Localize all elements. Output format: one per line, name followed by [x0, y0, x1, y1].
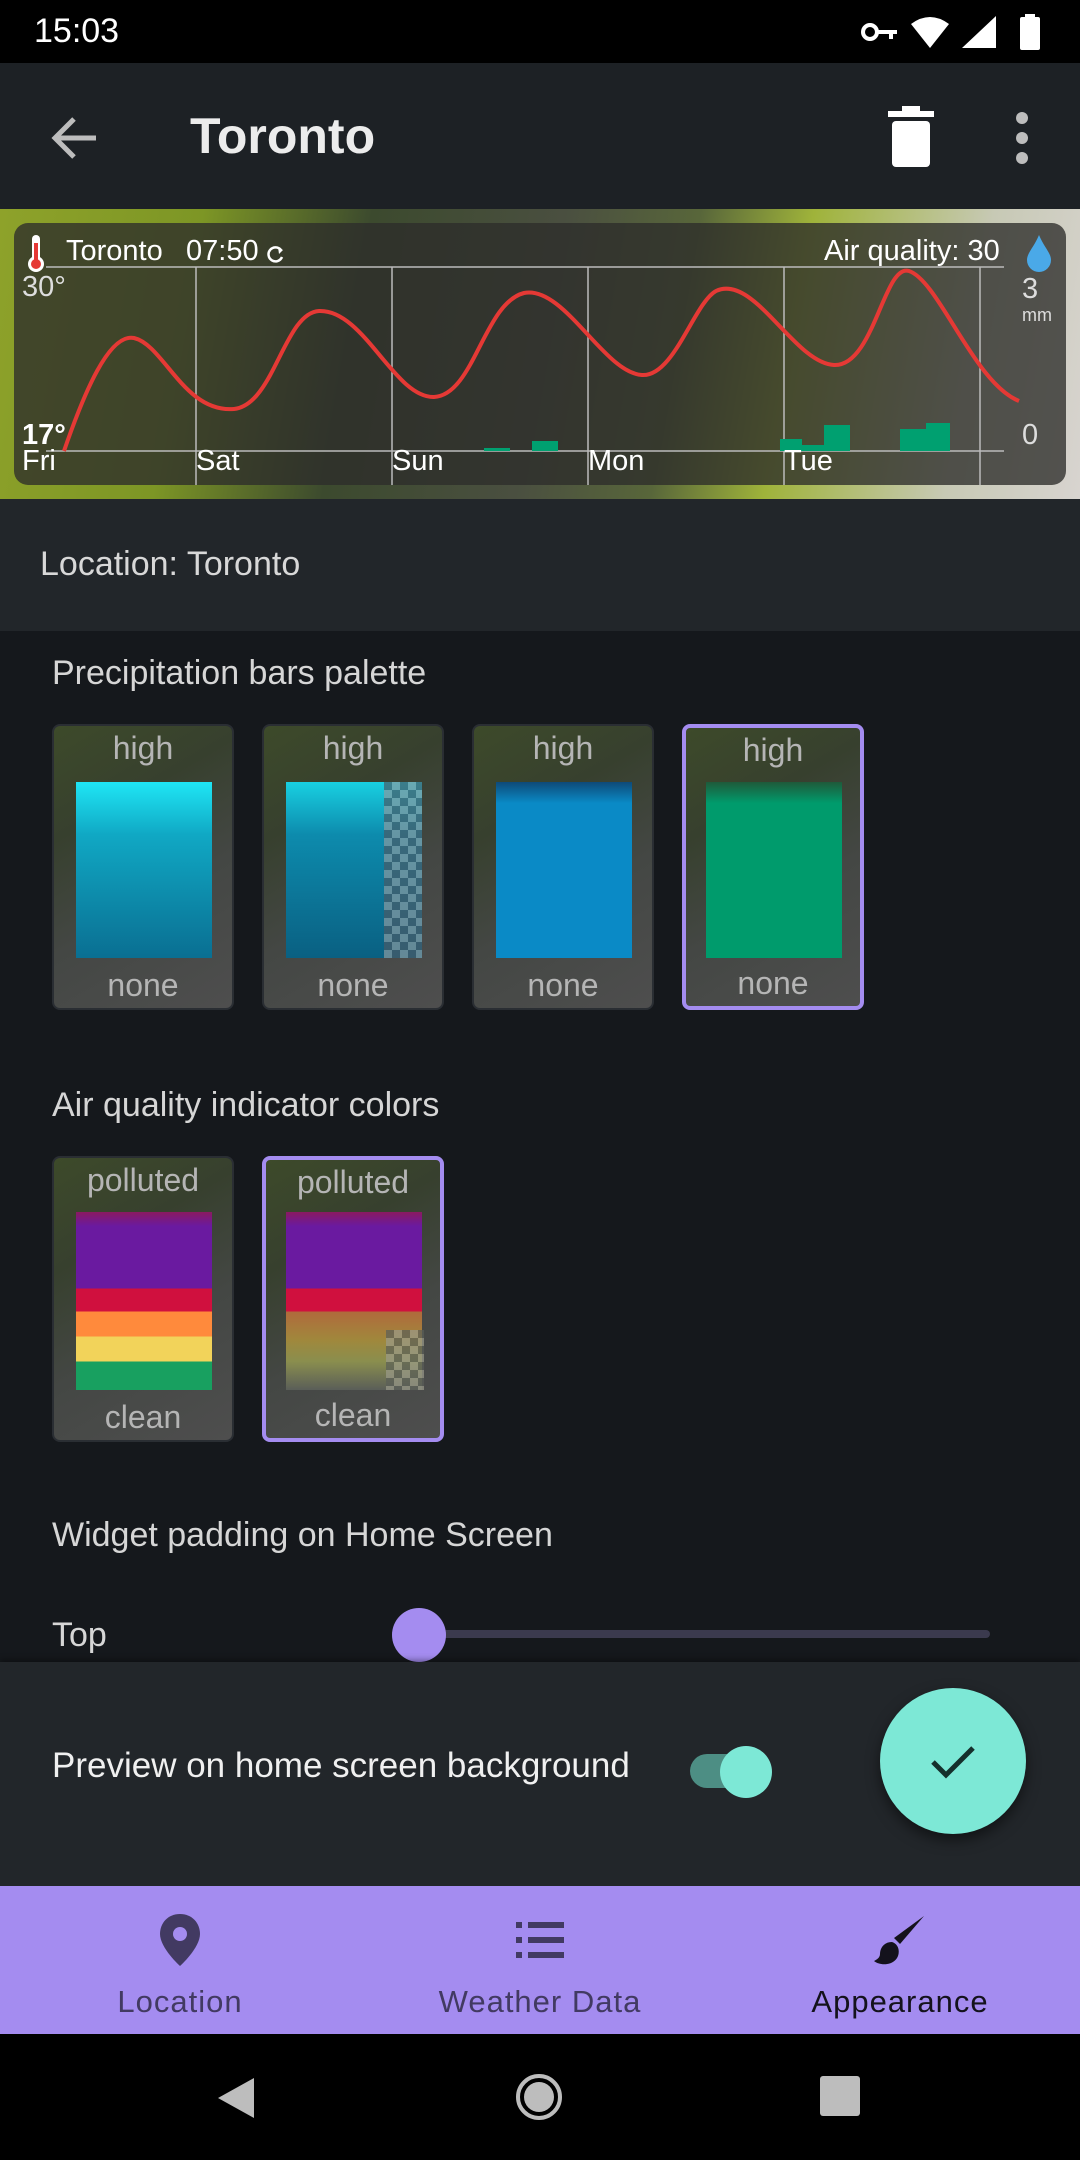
page-title: Toronto: [190, 108, 376, 164]
air-quality-palette-option[interactable]: polluted clean: [52, 1156, 234, 1442]
system-recents-icon[interactable]: [818, 2074, 862, 2118]
cell-signal-icon: [962, 16, 996, 48]
swatch-top-label: polluted: [296, 1164, 410, 1200]
widget-time: 07:50: [186, 235, 259, 267]
swatch-top-label: polluted: [86, 1162, 200, 1198]
swatch-bottom-label: none: [737, 965, 809, 1001]
location-pin-icon: [160, 1914, 200, 1966]
preview-toggle-switch[interactable]: [720, 1746, 772, 1798]
precip-bar: [532, 441, 558, 451]
nav-item-appearance[interactable]: Appearance: [720, 1886, 1080, 2034]
padding-top-label: Top: [52, 1616, 107, 1654]
wifi-icon: [911, 17, 949, 48]
nav-item-location[interactable]: Location: [0, 1886, 360, 2034]
preview-toggle-label: Preview on home screen background: [52, 1746, 630, 1785]
status-bar: 15:03: [0, 0, 1080, 63]
swatch-bottom-label: clean: [314, 1397, 392, 1433]
day-label: Sun: [392, 445, 444, 477]
temp-max-label: 30°: [22, 271, 66, 303]
swatch-top-label: high: [532, 730, 594, 766]
widget-padding-title: Widget padding on Home Screen: [52, 1516, 553, 1554]
refresh-icon: [267, 246, 284, 263]
padding-top-slider-track[interactable]: [418, 1630, 990, 1638]
day-label: Sat: [196, 445, 240, 477]
swatch-top-label: high: [112, 730, 174, 766]
swatch-gradient: [496, 782, 632, 958]
swatch-bottom-label: none: [527, 967, 599, 1003]
swatch-bottom-label: none: [107, 967, 179, 1003]
widget-location: Toronto: [66, 235, 163, 267]
precip-bar: [484, 448, 510, 451]
precip-unit-label: mm: [1022, 305, 1052, 325]
swatch-gradient: [76, 782, 212, 958]
vpn-key-icon: [861, 23, 897, 41]
precipitation-palette-title: Precipitation bars palette: [52, 654, 427, 692]
status-time: 15:03: [34, 12, 120, 50]
precip-palette-option[interactable]: high none: [52, 724, 234, 1010]
swatch-gradient: [76, 1212, 212, 1390]
swatch-transparency: [384, 782, 422, 958]
day-label: Tue: [784, 445, 833, 477]
precip-palette-option[interactable]: high none: [262, 724, 444, 1010]
nav-label-location: Location: [117, 1984, 243, 2019]
system-navigation-bar: [0, 2034, 1080, 2160]
confirm-fab[interactable]: [880, 1688, 1026, 1834]
air-quality-colors-title: Air quality indicator colors: [52, 1086, 440, 1124]
day-label: Mon: [588, 445, 645, 477]
widget-preview: Toronto 07:50 Air quality: 30 30° 17° 3 …: [0, 209, 1080, 499]
system-home-icon[interactable]: [514, 2072, 564, 2122]
app-bar: Toronto: [0, 63, 1080, 209]
padding-top-slider-thumb[interactable]: [392, 1608, 446, 1662]
delete-icon[interactable]: [880, 105, 942, 171]
swatch-top-label: high: [742, 732, 804, 768]
back-arrow-icon[interactable]: [40, 103, 110, 173]
list-icon: [516, 1922, 564, 1958]
swatch-gradient: [706, 782, 842, 958]
precip-palette-option[interactable]: high none: [472, 724, 654, 1010]
thermometer-icon: [28, 235, 44, 272]
swatch-top-label: high: [322, 730, 384, 766]
precip-palette-option-selected[interactable]: high none: [682, 724, 864, 1010]
nav-item-weather-data[interactable]: Weather Data: [360, 1886, 720, 2034]
temperature-line: [62, 268, 1020, 452]
check-icon: [931, 1746, 975, 1779]
nav-label-weather-data: Weather Data: [438, 1984, 642, 2019]
precip-max-label: 3: [1022, 273, 1039, 305]
nav-label-appearance: Appearance: [811, 1984, 989, 2019]
bottom-navigation: Location Weather Data Appearance: [0, 1886, 1080, 2034]
swatch-transparency: [386, 1330, 424, 1390]
weather-widget[interactable]: Toronto 07:50 Air quality: 30 30° 17° 3 …: [14, 223, 1066, 485]
brush-icon: [874, 1916, 924, 1965]
day-label: Fri: [22, 445, 56, 477]
location-text: Location: Toronto: [40, 545, 301, 583]
location-row[interactable]: Location: Toronto: [0, 499, 1080, 631]
precip-bar: [926, 423, 950, 451]
battery-icon: [1020, 14, 1040, 50]
air-quality-label: Air quality: 30: [824, 235, 1000, 267]
more-options-icon[interactable]: [992, 105, 1052, 171]
air-quality-palette-option-selected[interactable]: polluted clean: [262, 1156, 444, 1442]
precip-bar: [900, 429, 926, 451]
system-back-icon[interactable]: [214, 2074, 258, 2122]
swatch-bottom-label: clean: [104, 1399, 182, 1435]
precip-min-label: 0: [1022, 419, 1039, 451]
swatch-bottom-label: none: [317, 967, 389, 1003]
water-drop-icon: [1027, 235, 1051, 272]
